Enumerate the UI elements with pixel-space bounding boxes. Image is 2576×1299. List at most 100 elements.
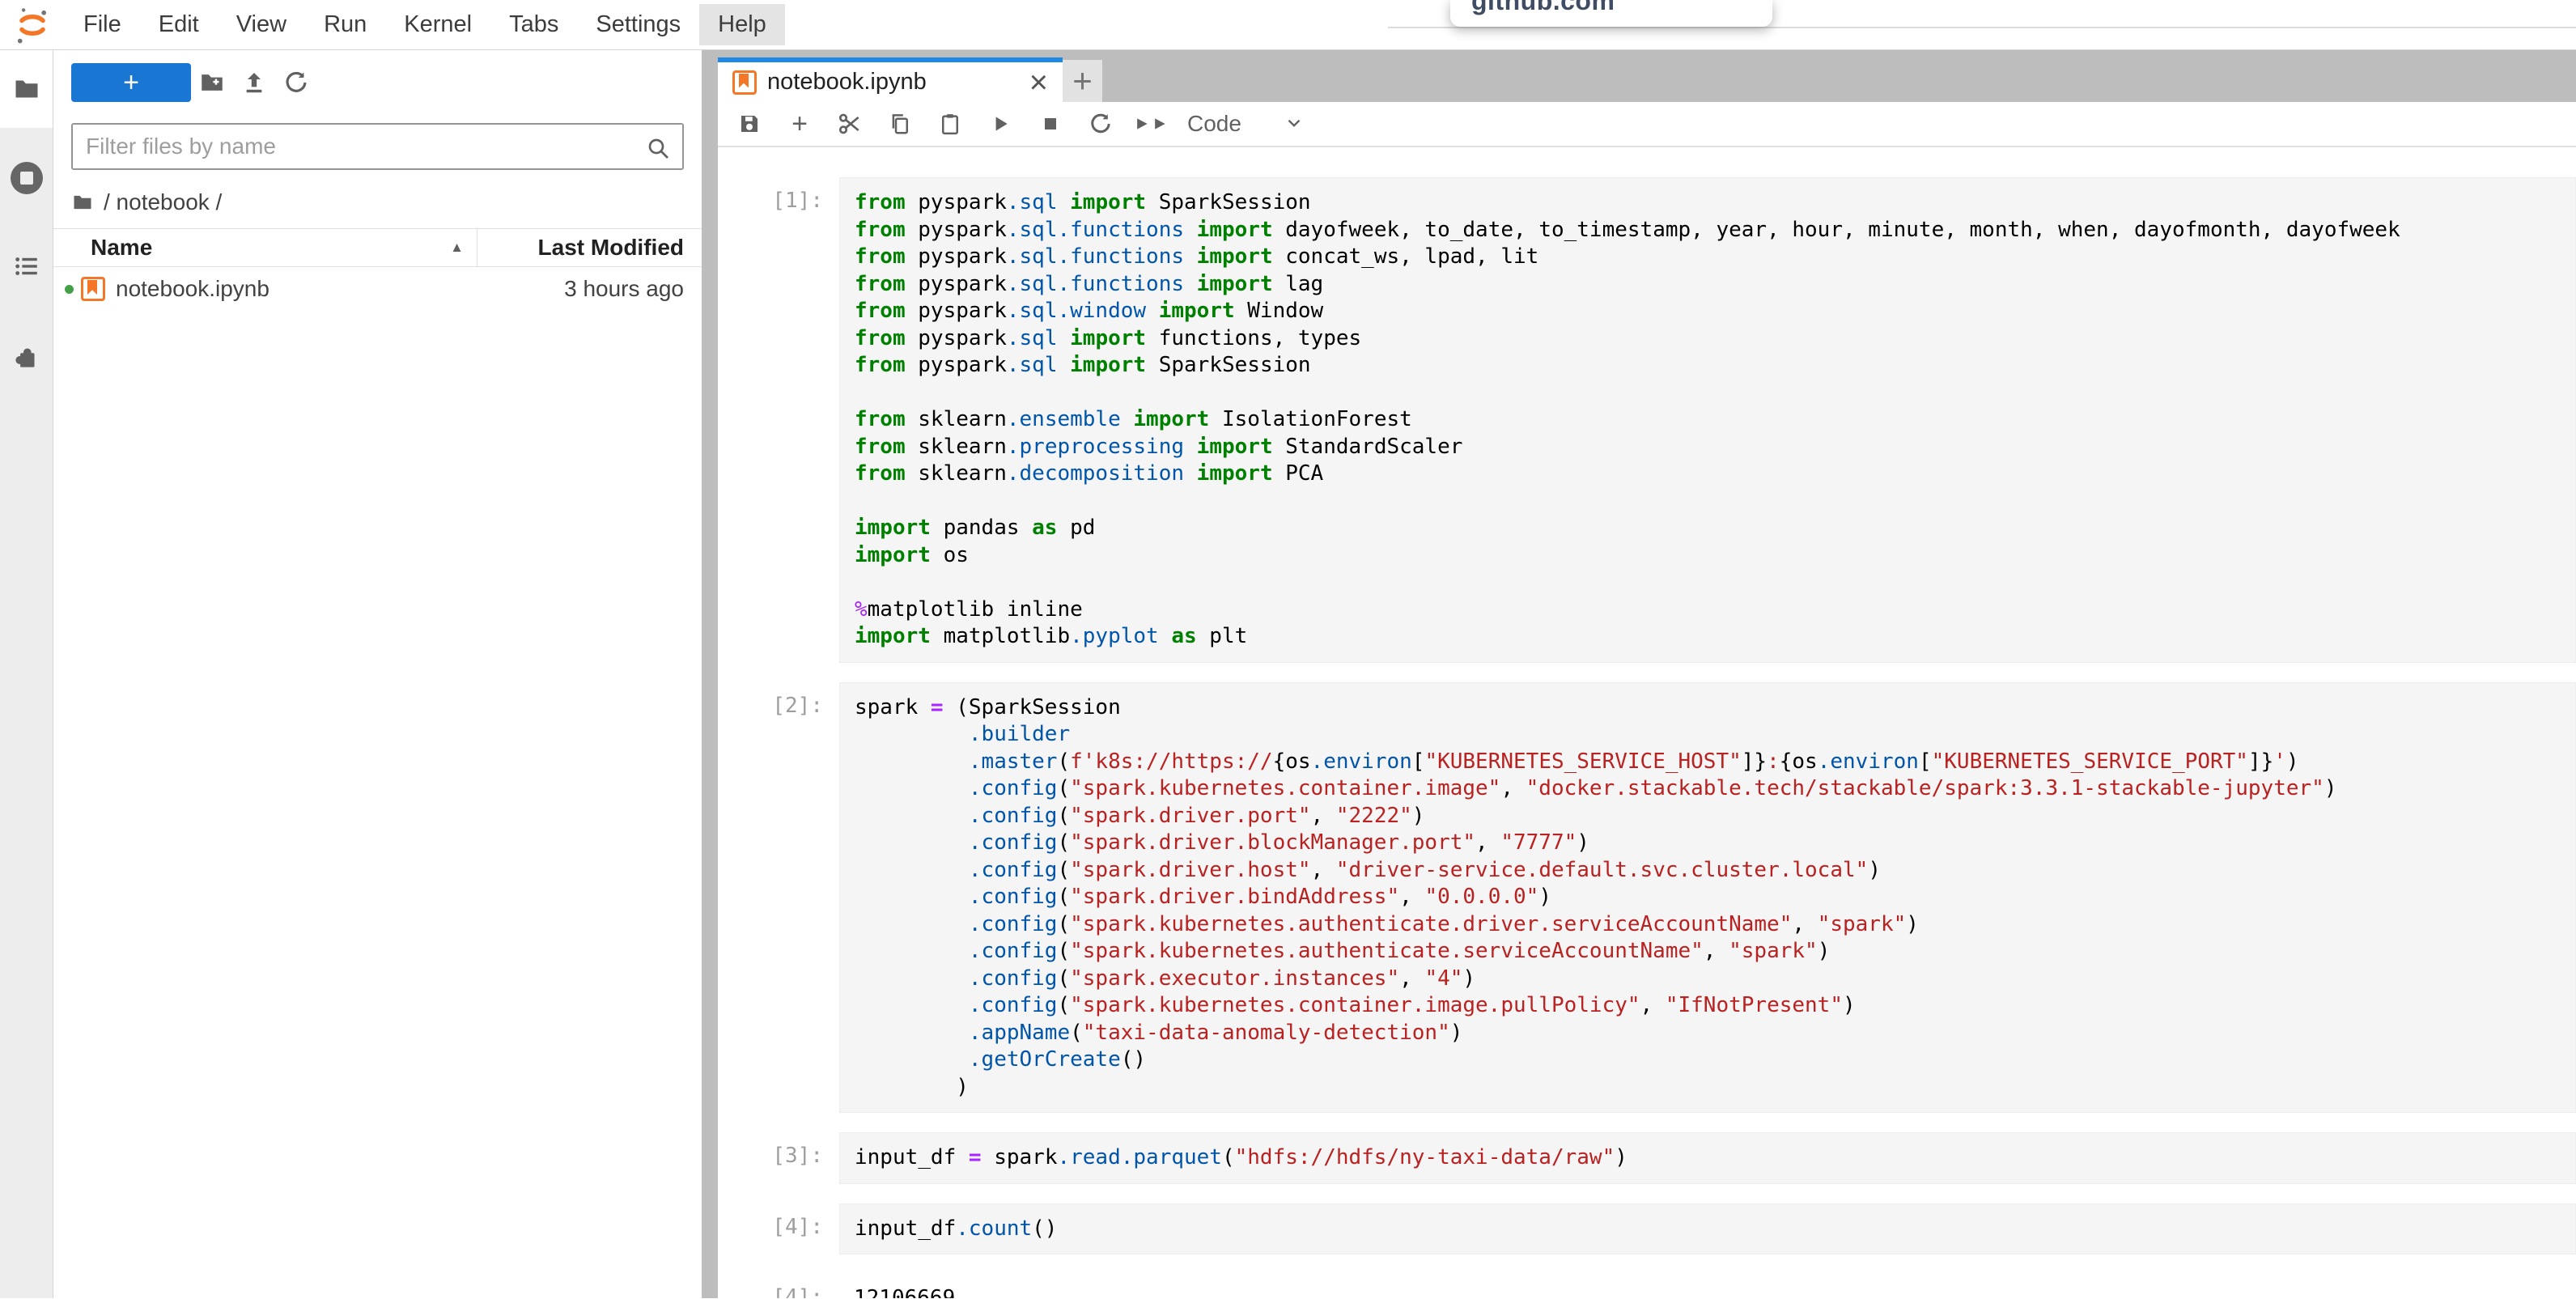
code-line: from sklearn.preprocessing import Standa… <box>855 434 2575 461</box>
tab-close-button[interactable]: × <box>1029 66 1048 99</box>
code-line: input_df = spark.read.parquet("hdfs://hd… <box>855 1144 2575 1172</box>
new-folder-button[interactable] <box>191 63 233 102</box>
search-icon <box>645 135 671 165</box>
sidebar-item-filebrowser[interactable] <box>0 50 53 128</box>
menu-edit[interactable]: Edit <box>140 4 218 45</box>
restart-icon <box>1089 112 1113 136</box>
cell-prompt: [1]: <box>718 177 839 663</box>
sort-ascending-icon: ▲ <box>450 240 464 256</box>
column-header-last-modified[interactable]: Last Modified <box>477 229 702 266</box>
cell-prompt: [4]: <box>718 1274 839 1298</box>
cell-type-dropdown[interactable]: Code <box>1187 111 1305 137</box>
sidebar-item-toc[interactable] <box>0 253 53 280</box>
save-icon <box>737 112 762 136</box>
code-line: 12106669 <box>854 1285 2576 1298</box>
github-popup: github.com <box>1450 0 1772 27</box>
code-line: .appName("taxi-data-anomaly-detection") <box>855 1020 2575 1047</box>
plus-icon: + <box>791 108 808 140</box>
insert-cell-button[interactable]: + <box>774 104 825 143</box>
cell-row: [2]:spark = (SparkSession .builder .mast… <box>718 682 2576 1114</box>
menu-kernel[interactable]: Kernel <box>385 4 490 45</box>
clipboard-icon <box>938 112 962 136</box>
new-launcher-button[interactable]: + <box>71 63 191 102</box>
code-line: from pyspark.sql import SparkSession <box>855 189 2575 217</box>
code-line: .config("spark.kubernetes.container.imag… <box>855 775 2575 803</box>
cut-cells-button[interactable] <box>825 104 875 143</box>
file-browser-toolbar: + <box>53 63 702 102</box>
code-line: from sklearn.ensemble import IsolationFo… <box>855 406 2575 434</box>
paste-cells-button[interactable] <box>925 104 975 143</box>
panel-splitter[interactable] <box>702 50 718 1298</box>
new-tab-button[interactable]: + <box>1063 60 1102 102</box>
scissors-icon <box>837 111 863 137</box>
folder-icon <box>71 191 94 214</box>
code-line: from pyspark.sql.functions import concat… <box>855 244 2575 271</box>
code-line: .config("spark.driver.bindAddress", "0.0… <box>855 884 2575 911</box>
code-line: .config("spark.driver.blockManager.port"… <box>855 830 2575 857</box>
notebook-scroll-area[interactable]: [1]:from pyspark.sql import SparkSession… <box>718 147 2576 1298</box>
code-line: spark = (SparkSession <box>855 694 2575 722</box>
app-body: + <box>0 50 2576 1298</box>
menu-bar: File Edit View Run Kernel Tabs Settings … <box>0 0 2576 50</box>
tab-notebook[interactable]: notebook.ipynb × <box>718 57 1063 102</box>
cell-prompt: [3]: <box>718 1132 839 1184</box>
code-line <box>855 380 2575 407</box>
cell-input-area[interactable]: from pyspark.sql import SparkSession from… <box>839 177 2576 663</box>
notebook-tab-icon <box>732 70 757 95</box>
cell-input-area[interactable]: spark = (SparkSession .builder .master(f… <box>839 682 2576 1114</box>
code-line: input_df.count() <box>855 1216 2575 1243</box>
code-line: import matplotlib.pyplot as plt <box>855 623 2575 651</box>
cell-row: [3]: input_df = spark.read.parquet("hdfs:… <box>718 1132 2576 1184</box>
cell-type-value: Code <box>1187 111 1241 137</box>
file-name: notebook.ipynb <box>116 276 269 302</box>
interrupt-kernel-button[interactable] <box>1025 104 1076 143</box>
cell-input-area[interactable]: input_df.count() <box>839 1203 2576 1255</box>
filter-files-box <box>71 123 684 170</box>
restart-run-all-button[interactable] <box>1126 104 1176 143</box>
jupyter-logo <box>11 4 53 46</box>
fast-forward-icon <box>1134 115 1168 133</box>
menu-view[interactable]: View <box>218 4 305 45</box>
code-line <box>855 569 2575 596</box>
list-icon <box>12 253 41 280</box>
github-popup-text: github.com <box>1471 0 1615 16</box>
menu-file[interactable]: File <box>65 4 140 45</box>
folder-icon <box>12 74 41 104</box>
stop-icon <box>1041 114 1060 134</box>
puzzle-icon <box>11 342 42 372</box>
code-line: import pandas as pd <box>855 515 2575 542</box>
cell-output-area: 12106669 <box>839 1274 2576 1298</box>
file-browser-panel: + <box>53 50 702 1298</box>
code-line: .config("spark.executor.instances", "4") <box>855 966 2575 993</box>
copy-icon <box>888 112 912 136</box>
copy-cells-button[interactable] <box>875 104 925 143</box>
file-row-notebook[interactable]: notebook.ipynb 3 hours ago <box>53 267 702 311</box>
upload-button[interactable] <box>233 63 275 102</box>
code-line <box>855 488 2575 516</box>
breadcrumb[interactable]: / notebook / <box>71 189 684 215</box>
code-line: .config("spark.kubernetes.authenticate.d… <box>855 911 2575 939</box>
sidebar-item-running-kernels[interactable] <box>0 162 53 194</box>
filter-files-input[interactable] <box>73 125 682 168</box>
code-line: .master(f'k8s://https://{os.environ["KUB… <box>855 749 2575 776</box>
file-list-header: Name ▲ Last Modified <box>53 228 702 267</box>
menu-run[interactable]: Run <box>305 4 385 45</box>
sidebar-item-extensions[interactable] <box>0 342 53 372</box>
menu-tabs[interactable]: Tabs <box>490 4 577 45</box>
refresh-icon <box>283 70 309 96</box>
code-line: .builder <box>855 721 2575 749</box>
restart-kernel-button[interactable] <box>1076 104 1126 143</box>
menu-help[interactable]: Help <box>699 4 785 45</box>
code-line: .config("spark.kubernetes.authenticate.s… <box>855 938 2575 966</box>
column-header-name[interactable]: Name ▲ <box>53 235 477 261</box>
menu-settings[interactable]: Settings <box>577 4 699 45</box>
save-button[interactable] <box>724 104 774 143</box>
cell-input-area[interactable]: input_df = spark.read.parquet("hdfs://hd… <box>839 1132 2576 1184</box>
refresh-button[interactable] <box>275 63 317 102</box>
tab-title: notebook.ipynb <box>767 69 927 96</box>
kernel-running-dot <box>65 285 74 294</box>
run-cell-button[interactable] <box>975 104 1025 143</box>
main-dock-area: notebook.ipynb × + + <box>718 50 2576 1298</box>
code-line: from pyspark.sql import SparkSession <box>855 352 2575 380</box>
stop-circle-icon <box>11 162 43 194</box>
